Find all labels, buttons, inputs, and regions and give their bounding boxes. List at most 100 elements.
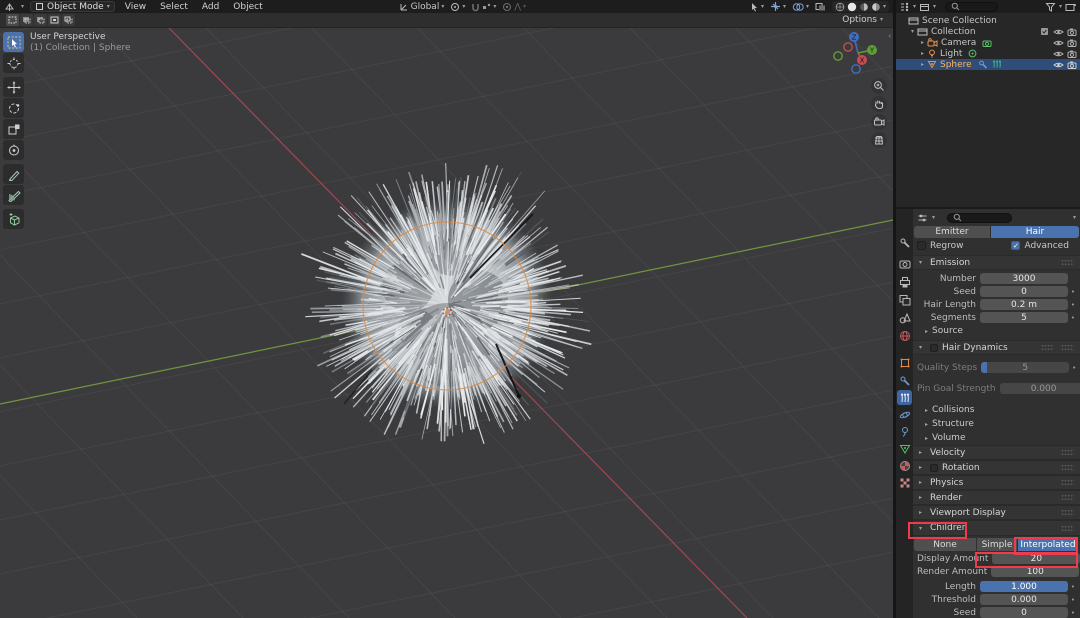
children-seed-field[interactable]: 0	[980, 607, 1068, 618]
panel-grip-icon[interactable]	[1061, 494, 1074, 501]
seed-field[interactable]: 0	[980, 286, 1068, 297]
panel-grip-icon[interactable]	[1061, 479, 1074, 486]
tool-move-button[interactable]	[3, 77, 24, 97]
select-mode-extend-icon[interactable]	[20, 14, 33, 26]
children-interpolated-button[interactable]: Interpolated	[1018, 538, 1078, 551]
rotation-checkbox[interactable]	[930, 463, 938, 472]
outliner-row-sphere[interactable]: ▸ Sphere	[896, 59, 1080, 70]
subpanel-source[interactable]: ▸ Source	[913, 324, 1080, 338]
editor-divider-horizontal[interactable]	[896, 207, 1080, 209]
menu-select[interactable]: Select	[156, 2, 192, 12]
panel-grip-icon[interactable]	[1061, 259, 1074, 266]
tool-measure-button[interactable]	[3, 185, 24, 205]
select-mode-invert-icon[interactable]	[48, 14, 61, 26]
shading-chevron-icon[interactable]: ▾	[883, 3, 886, 10]
regrow-checkbox[interactable]	[917, 241, 926, 250]
panel-grip-icon[interactable]	[1061, 524, 1074, 532]
panel-grip-icon[interactable]	[1061, 509, 1074, 516]
outliner-row-light[interactable]: ▸ Light	[896, 48, 1080, 59]
sidebar-collapse-icon[interactable]: ‹	[888, 32, 891, 40]
animate-dot-icon[interactable]: •	[1069, 364, 1079, 372]
animate-dot-icon[interactable]: •	[1068, 314, 1078, 322]
proportional-editing-toggle[interactable]: ⋀ ▾	[502, 2, 526, 12]
tab-world-icon[interactable]	[897, 328, 912, 343]
hide-eye-icon[interactable]	[1053, 28, 1064, 36]
panel-viewport-display[interactable]: ▸ Viewport Display	[913, 505, 1080, 520]
animate-dot-icon[interactable]: •	[1068, 596, 1078, 604]
navigation-gizmo[interactable]: Z Y X	[830, 28, 886, 81]
segments-field[interactable]: 5	[980, 312, 1068, 323]
editor-type-properties-icon[interactable]	[917, 213, 928, 223]
collapse-icon[interactable]: ▸	[918, 50, 927, 57]
perspective-toggle-icon[interactable]	[871, 132, 887, 148]
collapse-icon[interactable]: ▸	[918, 39, 927, 46]
panel-emission[interactable]: ▾ Emission	[913, 255, 1080, 270]
editor-type-3dviewport-icon[interactable]	[4, 2, 15, 12]
select-mode-set-icon[interactable]	[6, 14, 19, 26]
tool-cursor-button[interactable]	[3, 53, 24, 73]
select-mode-subtract-icon[interactable]	[34, 14, 47, 26]
advanced-checkbox[interactable]: ✓	[1011, 241, 1021, 250]
tab-scene-icon[interactable]	[897, 310, 912, 325]
shading-rendered-icon[interactable]	[871, 2, 881, 12]
panel-grip-icon[interactable]	[1061, 464, 1074, 471]
transform-orientation-dropdown[interactable]: Global ▾	[399, 2, 444, 12]
number-field[interactable]: 3000	[980, 273, 1068, 284]
tab-view-layer-icon[interactable]	[897, 292, 912, 307]
panel-grip-icon[interactable]	[1061, 344, 1074, 351]
animate-dot-icon[interactable]: •	[1068, 288, 1078, 296]
shading-material-icon[interactable]	[859, 2, 869, 12]
zoom-icon[interactable]	[871, 78, 887, 94]
tab-tool-icon[interactable]	[897, 235, 912, 250]
presets-icon[interactable]	[1041, 344, 1054, 351]
disable-render-icon[interactable]	[1067, 39, 1077, 47]
tool-transform-button[interactable]	[3, 140, 24, 160]
tool-scale-button[interactable]	[3, 119, 24, 139]
pivot-point-dropdown[interactable]: ▾	[450, 2, 465, 12]
overlays-toggle[interactable]: ▾	[792, 2, 809, 12]
panel-hair-dynamics[interactable]: ▾ Hair Dynamics	[913, 340, 1080, 355]
camera-view-icon[interactable]	[871, 114, 887, 130]
visibility-dropdown[interactable]: ▾	[750, 2, 764, 12]
panel-velocity[interactable]: ▸ Velocity	[913, 445, 1080, 460]
mode-dropdown[interactable]: Object Mode ▾	[30, 1, 115, 12]
tab-output-icon[interactable]	[897, 274, 912, 289]
children-none-button[interactable]: None	[914, 538, 976, 551]
quality-steps-slider[interactable]: 5	[981, 362, 1070, 373]
tab-object-data-icon[interactable]	[897, 441, 912, 456]
viewport-3d[interactable]: User Perspective (1) Collection | Sphere	[0, 28, 893, 618]
display-mode-icon[interactable]	[919, 2, 930, 12]
disable-render-icon[interactable]	[1067, 28, 1077, 36]
animate-dot-icon[interactable]: •	[1068, 583, 1078, 591]
disable-render-icon[interactable]	[1067, 50, 1077, 58]
panel-physics[interactable]: ▸ Physics	[913, 475, 1080, 490]
tool-annotate-button[interactable]	[3, 164, 24, 184]
snap-toggle[interactable]: ▾	[471, 2, 496, 12]
subpanel-structure[interactable]: ▸ Structure	[913, 417, 1080, 431]
subpanel-collisions[interactable]: ▸ Collisions	[913, 403, 1080, 417]
outliner-row-scene-collection[interactable]: Scene Collection	[896, 15, 1080, 26]
children-simple-button[interactable]: Simple	[977, 538, 1017, 551]
editor-divider-vertical[interactable]	[893, 0, 896, 618]
tab-modifiers-icon[interactable]	[897, 373, 912, 388]
render-amount-field[interactable]: 100	[991, 566, 1080, 577]
animate-dot-icon[interactable]: •	[1068, 301, 1078, 309]
tab-constraints-icon[interactable]	[897, 424, 912, 439]
tab-material-icon[interactable]	[897, 458, 912, 473]
shading-solid-icon[interactable]	[847, 2, 857, 12]
outliner-search-input[interactable]	[945, 1, 999, 12]
options-dropdown[interactable]: Options ▾	[842, 15, 887, 25]
pan-hand-icon[interactable]	[871, 96, 887, 112]
outliner-row-collection[interactable]: ▾ Collection	[896, 26, 1080, 37]
emitter-button[interactable]: Emitter	[914, 226, 990, 238]
collapse-icon[interactable]: ▸	[918, 61, 927, 68]
gizmos-toggle[interactable]: ▾	[770, 1, 786, 12]
hide-eye-icon[interactable]	[1053, 50, 1064, 58]
panel-children[interactable]: ▾ Children	[913, 520, 1080, 536]
properties-options-chevron-icon[interactable]: ▾	[1073, 214, 1076, 221]
pin-goal-strength-field[interactable]: 0.000	[999, 383, 1080, 394]
panel-rotation[interactable]: ▸ Rotation	[913, 460, 1080, 475]
menu-add[interactable]: Add	[198, 2, 223, 12]
editor-type-chevron-icon[interactable]: ▾	[21, 3, 24, 10]
expand-icon[interactable]: ▾	[908, 28, 917, 35]
